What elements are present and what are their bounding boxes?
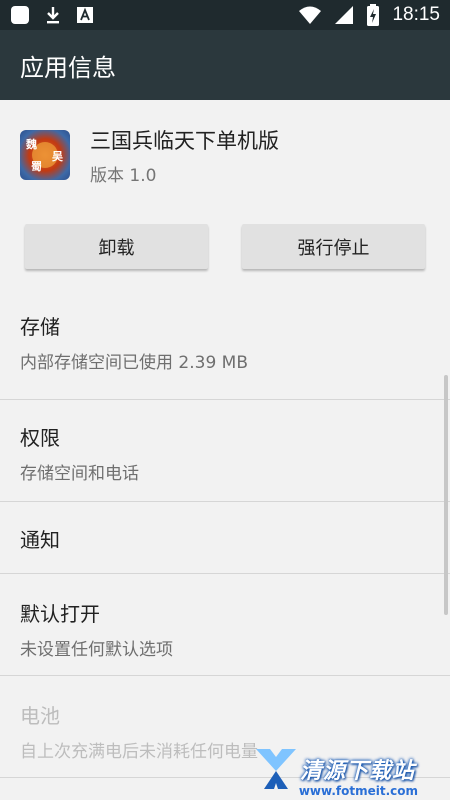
item-title: 电池 [20, 704, 60, 728]
watermark: 清源下载站 www.fotmeit.com [252, 740, 442, 798]
download-icon [47, 7, 59, 24]
list-item-permissions[interactable]: 权限 存储空间和电话 [0, 400, 450, 502]
force-stop-button[interactable]: 强行停止 [242, 224, 425, 269]
status-bar: 18:15 [0, 0, 450, 30]
app-icon: 魏 吴 蜀 [20, 130, 70, 180]
app-icon-glyph: 魏 [25, 137, 37, 151]
battery-charging-icon [367, 4, 380, 26]
page-title: 应用信息 [20, 53, 116, 82]
list-item-notifications[interactable]: 通知 [0, 502, 450, 574]
app-name: 三国兵临天下单机版 [90, 128, 279, 153]
item-subtitle: 存储空间和电话 [20, 464, 139, 484]
app-header: 魏 吴 蜀 三国兵临天下单机版 版本 1.0 [0, 100, 450, 186]
item-subtitle: 未设置任何默认选项 [20, 640, 173, 660]
item-title: 通知 [20, 528, 60, 552]
wifi-icon [299, 6, 322, 24]
watermark-url: www.fotmeit.com [298, 784, 418, 798]
app-bar: 应用信息 [0, 30, 450, 100]
list-item-default-open[interactable]: 默认打开 未设置任何默认选项 [0, 574, 450, 676]
scrollbar[interactable] [444, 375, 448, 615]
watermark-text: 清源下载站 [300, 759, 416, 784]
notification-square-icon [11, 6, 29, 24]
uninstall-button[interactable]: 卸载 [25, 224, 208, 269]
app-icon-glyph: 蜀 [31, 160, 42, 173]
item-subtitle: 内部存储空间已使用 2.39 MB [20, 353, 248, 373]
app-icon-glyph: 吴 [52, 150, 64, 163]
item-title: 权限 [20, 426, 60, 450]
list-item-storage[interactable]: 存储 内部存储空间已使用 2.39 MB [0, 297, 450, 400]
content: 魏 吴 蜀 三国兵临天下单机版 版本 1.0 卸载 强行停止 存储 内部存储空间… [0, 100, 450, 800]
app-version: 版本 1.0 [90, 165, 157, 186]
item-title: 默认打开 [20, 602, 100, 626]
clock: 18:15 [392, 4, 440, 25]
watermark-logo-icon [256, 749, 296, 789]
font-a-icon [77, 7, 93, 23]
item-title: 存储 [20, 315, 60, 339]
action-buttons: 卸载 强行停止 [0, 224, 450, 269]
signal-icon [335, 6, 354, 24]
